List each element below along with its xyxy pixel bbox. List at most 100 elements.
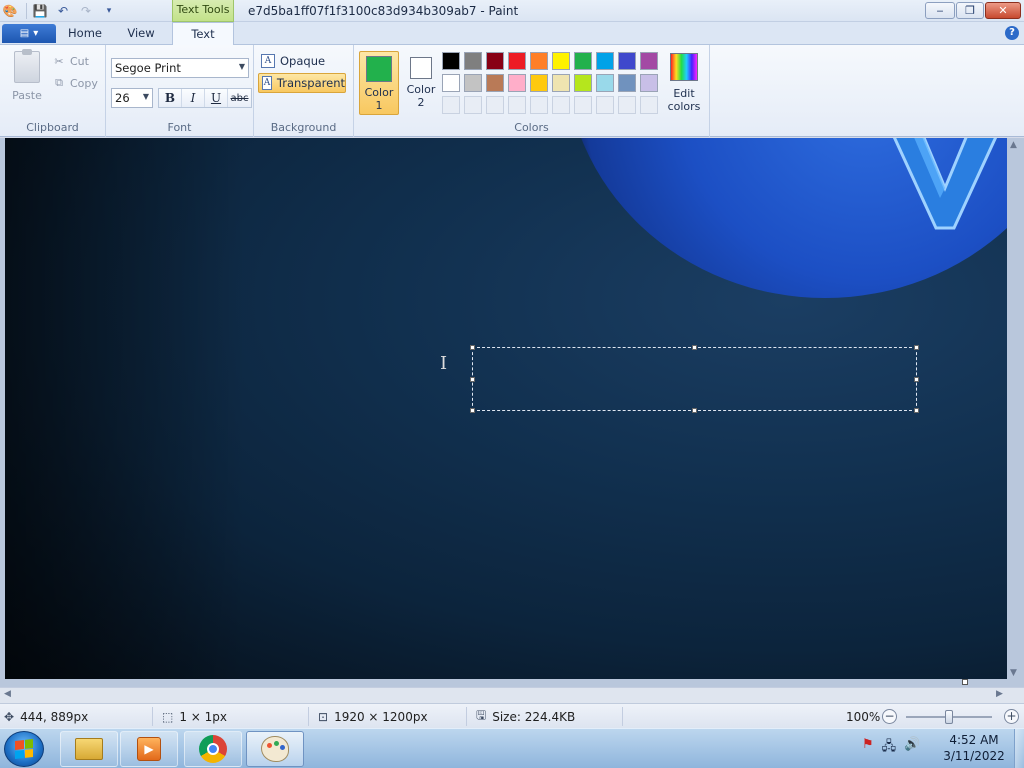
title-bar: 🎨 💾 ↶ ↷ ▾ Text Tools e7d5ba1ff07f1f3100c… [0,0,1024,22]
palette-swatch[interactable] [574,52,592,70]
image-size-icon: ⊡ [318,709,329,724]
color-palette [442,52,658,114]
palette-swatch[interactable] [640,96,658,114]
color1-swatch [366,56,392,82]
opaque-button[interactable]: A Opaque [258,51,346,71]
palette-swatch[interactable] [486,74,504,92]
palette-swatch[interactable] [464,96,482,114]
start-button[interactable] [4,731,44,767]
clock-date: 3/11/2022 [943,749,1005,763]
palette-swatch[interactable] [596,96,614,114]
taskbar-media-player[interactable]: ▶ [120,731,178,767]
zoom-out-button[interactable]: − [882,709,897,724]
paste-button[interactable]: Paste [8,49,46,102]
resize-handle[interactable] [692,408,697,413]
customize-qat-icon[interactable]: ▾ [99,1,119,21]
zoom-in-button[interactable]: + [1004,709,1019,724]
resize-handle[interactable] [470,377,475,382]
selection-size: ⬚ 1 × 1px [162,704,227,729]
redo-icon[interactable]: ↷ [76,1,96,21]
undo-icon[interactable]: ↶ [53,1,73,21]
palette-swatch[interactable] [508,52,526,70]
taskbar-explorer[interactable] [60,731,118,767]
cut-button[interactable]: ✂ Cut [52,52,89,70]
paint-menu-button[interactable]: ▤ ▾ [2,24,56,43]
palette-swatch[interactable] [574,74,592,92]
zoom-slider-thumb[interactable] [945,710,953,724]
ribbon-tab-row: ▤ ▾ Home View Text ? [0,22,1024,46]
italic-button[interactable]: I [182,89,205,107]
scroll-down-arrow-icon[interactable]: ▼ [1010,668,1017,678]
palette-swatch[interactable] [508,74,526,92]
palette-swatch[interactable] [618,96,636,114]
copy-button[interactable]: ⧉ Copy [52,74,98,92]
palette-swatch[interactable] [442,52,460,70]
text-box-selection[interactable] [470,345,919,413]
palette-swatch[interactable] [442,74,460,92]
palette-swatch[interactable] [530,74,548,92]
font-size-dropdown[interactable]: 26 ▼ [111,88,153,108]
palette-swatch[interactable] [640,52,658,70]
tab-text[interactable]: Text [172,22,234,46]
save-icon[interactable]: 💾 [30,1,50,21]
palette-swatch[interactable] [486,52,504,70]
palette-swatch[interactable] [486,96,504,114]
file-size-value: Size: 224.4KB [492,709,576,724]
bold-button[interactable]: B [159,89,182,107]
palette-swatch[interactable] [508,96,526,114]
show-desktop-button[interactable] [1014,729,1024,768]
action-center-icon[interactable]: ⚑ [862,737,874,759]
palette-swatch[interactable] [464,74,482,92]
background-group-label: Background [270,121,337,134]
palette-swatch[interactable] [596,74,614,92]
horizontal-scrollbar[interactable]: ◀ ▶ [0,687,1024,703]
palette-swatch[interactable] [552,52,570,70]
copy-label: Copy [70,76,98,90]
palette-swatch[interactable] [618,74,636,92]
palette-swatch[interactable] [530,96,548,114]
palette-swatch[interactable] [552,74,570,92]
palette-swatch[interactable] [530,52,548,70]
close-button[interactable]: ✕ [985,2,1021,19]
clock[interactable]: 4:52 AM 3/11/2022 [938,732,1010,764]
font-family-dropdown[interactable]: Segoe Print ▼ [111,58,249,78]
move-cursor-icon: ✥ [4,709,15,724]
resize-handle[interactable] [914,345,919,350]
drawing-canvas[interactable]: I [5,138,1007,679]
edit-colors-button[interactable]: Edit colors [664,51,704,113]
underline-button[interactable]: U [205,89,228,107]
scroll-left-arrow-icon[interactable]: ◀ [4,689,11,699]
font-family-value: Segoe Print [115,61,181,75]
canvas-resize-handle[interactable] [962,679,968,685]
color2-button[interactable]: Color 2 [401,51,441,115]
maximize-button[interactable]: ❐ [956,2,984,19]
resize-handle[interactable] [914,408,919,413]
palette-swatch[interactable] [640,74,658,92]
font-group-label: Font [167,121,192,134]
strikethrough-button[interactable]: abc [228,89,251,107]
paint-app-icon[interactable]: 🎨 [0,1,20,21]
windows-logo-icon [15,739,33,759]
palette-swatch[interactable] [618,52,636,70]
scroll-right-arrow-icon[interactable]: ▶ [996,689,1003,699]
transparent-button[interactable]: A Transparent [258,73,346,93]
tab-home[interactable]: Home [62,22,108,45]
taskbar-chrome[interactable] [184,731,242,767]
palette-swatch[interactable] [464,52,482,70]
palette-swatch[interactable] [574,96,592,114]
palette-swatch[interactable] [442,96,460,114]
color1-button[interactable]: Color 1 [359,51,399,115]
tab-view[interactable]: View [118,22,164,45]
resize-handle[interactable] [470,345,475,350]
resize-handle[interactable] [914,377,919,382]
network-icon[interactable]: 🖧 [882,737,897,759]
scroll-up-arrow-icon[interactable]: ▲ [1010,140,1017,150]
resize-handle[interactable] [692,345,697,350]
minimize-button[interactable]: ‒ [925,2,955,19]
taskbar-paint[interactable] [246,731,304,767]
resize-handle[interactable] [470,408,475,413]
volume-icon[interactable]: 🔊 [904,737,920,759]
help-icon[interactable]: ? [1005,26,1019,40]
palette-swatch[interactable] [552,96,570,114]
palette-swatch[interactable] [596,52,614,70]
